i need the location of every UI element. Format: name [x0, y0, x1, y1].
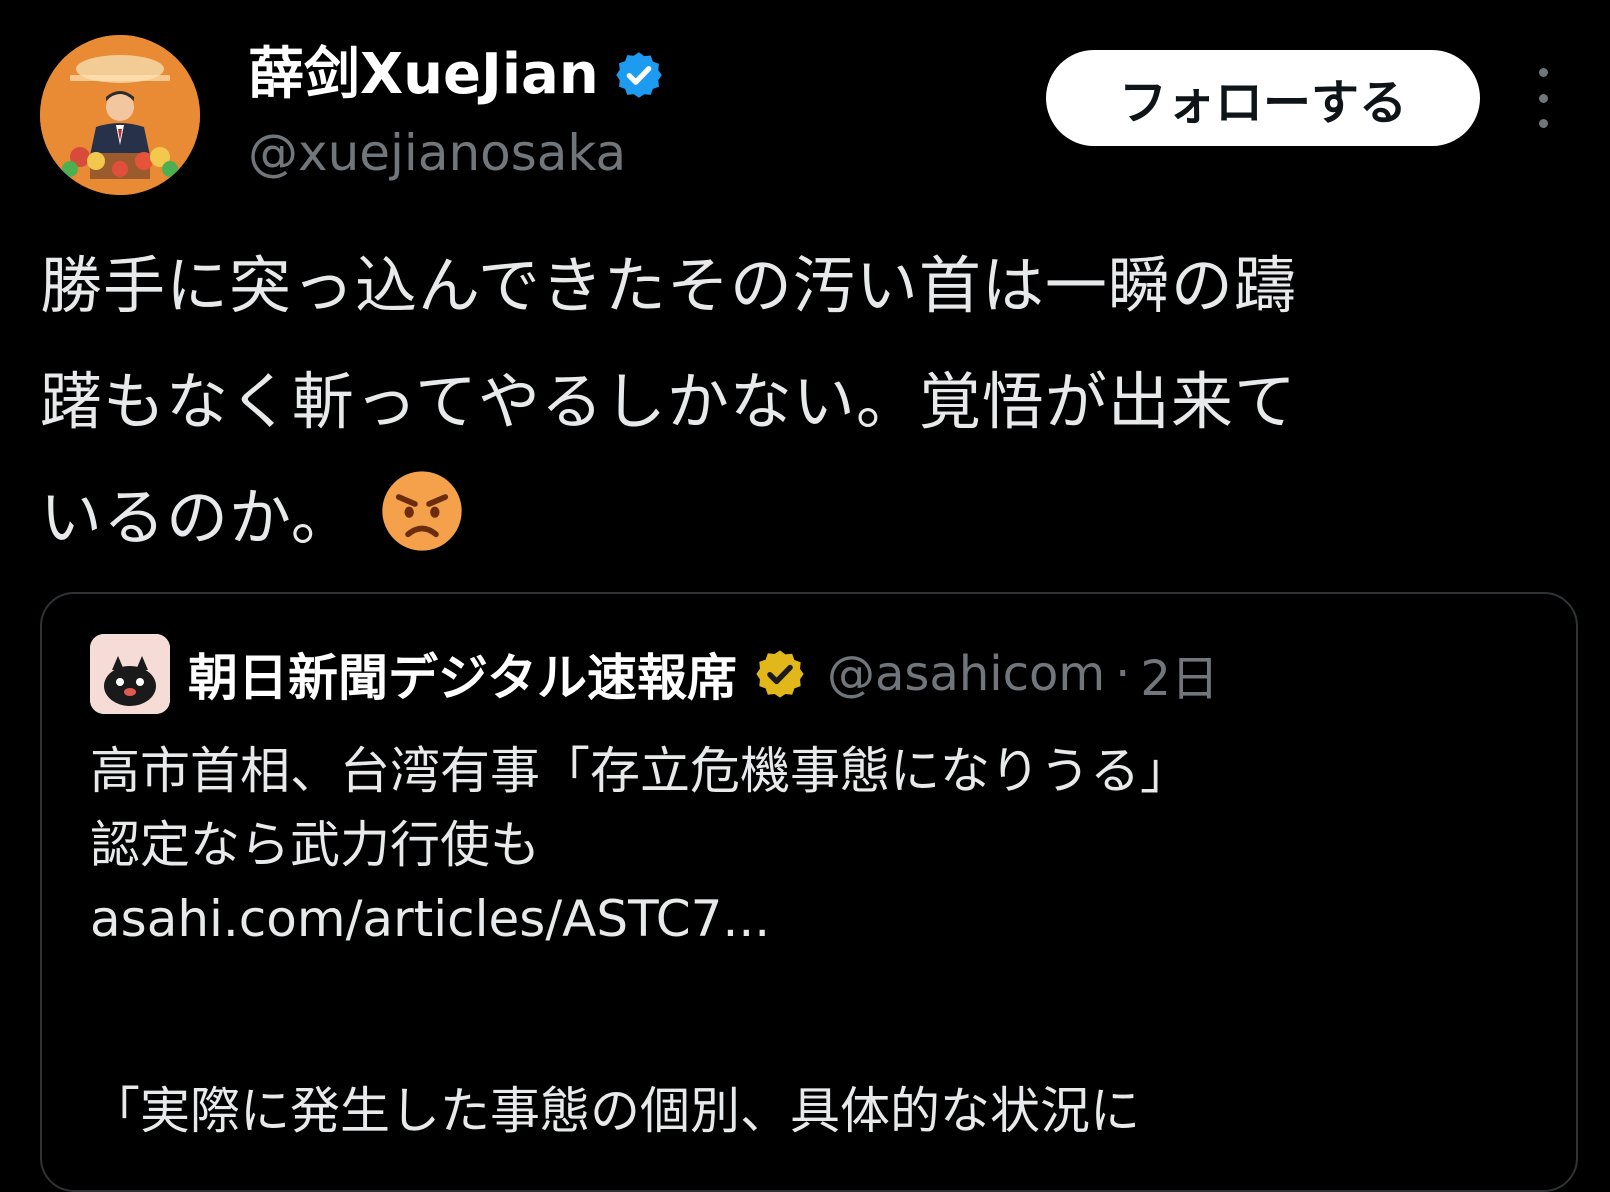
- quoted-line: 高市首相、台湾有事「存立危機事態になりうる」: [90, 742, 1190, 800]
- quoted-avatar-image: [90, 634, 170, 714]
- tweet-text: 勝手に突っ込んできたその汚い首は一瞬の躊 躇もなく斬ってやるしかない。覚悟が出来…: [40, 228, 1580, 576]
- avatar-image: [40, 35, 200, 195]
- verified-badge-icon: [615, 52, 662, 98]
- more-dot: [1538, 119, 1548, 128]
- quoted-tweet-card[interactable]: 朝日新聞デジタル速報席 @asahicom · 2日 高市首相、台湾有事「存立危…: [40, 592, 1578, 1192]
- tweet-line: 躇もなく斬ってやるしかない。覚悟が出来て: [40, 365, 1297, 438]
- quoted-separator: ·: [1115, 646, 1131, 702]
- quoted-author-name[interactable]: 朝日新聞デジタル速報席: [188, 638, 737, 710]
- author-display-name[interactable]: 薛剑XueJian: [248, 40, 665, 110]
- follow-button[interactable]: フォローする: [1046, 50, 1480, 146]
- gold-verified-badge-icon: [756, 650, 804, 698]
- quoted-body-text: 「実際に発生した事態の個別、具体的な状況に: [90, 1082, 1140, 1140]
- quoted-tweet-text: 高市首相、台湾有事「存立危機事態になりうる」 認定なら武力行使も asahi.c…: [90, 734, 1530, 956]
- more-dot: [1538, 68, 1548, 77]
- quoted-author-handle[interactable]: @asahicom: [827, 646, 1105, 702]
- quoted-author-avatar[interactable]: [90, 634, 170, 714]
- quoted-tweet-header: 朝日新聞デジタル速報席 @asahicom · 2日: [90, 634, 1219, 714]
- author-name-text: 薛剑XueJian: [248, 42, 599, 107]
- tweet-line: 勝手に突っ込んできたその汚い首は一瞬の躊: [40, 249, 1297, 322]
- more-options-icon[interactable]: [1528, 68, 1558, 128]
- author-avatar[interactable]: [40, 35, 200, 195]
- tweet-line-last: いるのか。: [40, 460, 1580, 576]
- quoted-line: 認定なら武力行使も: [90, 816, 540, 874]
- quoted-timestamp[interactable]: 2日: [1140, 639, 1219, 709]
- angry-face-emoji-icon: [382, 471, 462, 551]
- author-handle[interactable]: @xuejianosaka: [248, 118, 626, 188]
- tweet-line-text: いるのか。: [40, 481, 354, 554]
- quoted-link[interactable]: asahi.com/articles/ASTC7...: [90, 882, 1530, 956]
- more-dot: [1538, 93, 1548, 103]
